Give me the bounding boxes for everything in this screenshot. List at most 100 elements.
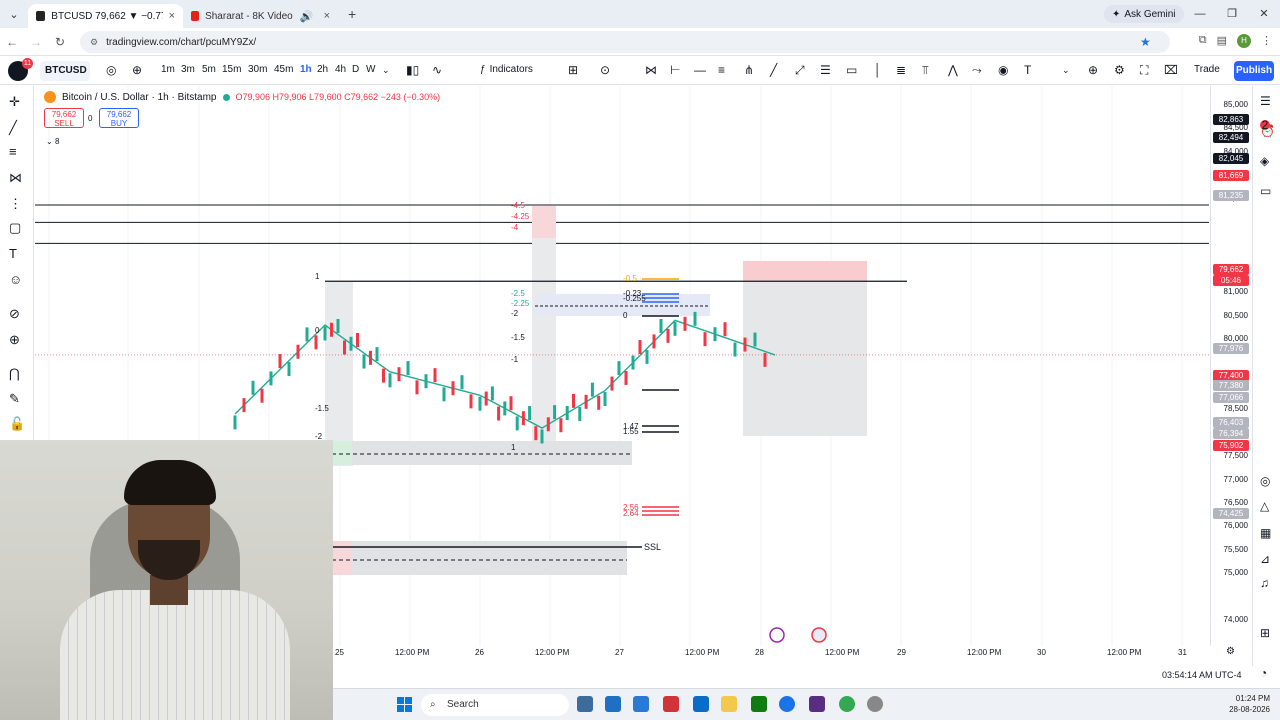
ruler-icon[interactable]: ⊘ bbox=[9, 306, 20, 322]
vertical-line-icon[interactable]: │ bbox=[874, 63, 882, 77]
notifications-bell-icon[interactable]: ♫ bbox=[1260, 576, 1269, 590]
trend-line-tool-icon[interactable]: ╱ bbox=[9, 120, 17, 136]
rectangle-tool-icon[interactable]: ▭ bbox=[846, 63, 857, 77]
fullscreen-icon[interactable]: ⛶ bbox=[1140, 63, 1148, 78]
chrome-profile-icon[interactable] bbox=[839, 696, 855, 712]
taskbar-clock[interactable]: 01:24 PM 28-08-2026 bbox=[1229, 693, 1270, 715]
timeframe-w[interactable]: W bbox=[366, 64, 375, 75]
chrome-icon[interactable] bbox=[779, 696, 795, 712]
calendar-icon[interactable]: ▦ bbox=[1260, 526, 1271, 540]
fib-tool-icon[interactable]: ≡ bbox=[9, 144, 17, 159]
outlook-icon[interactable] bbox=[605, 696, 621, 712]
profile-avatar[interactable]: H bbox=[1237, 34, 1251, 48]
timeframe-dropdown-icon[interactable]: ⌄ bbox=[382, 65, 390, 76]
indicators-button[interactable]: ƒ Indicators bbox=[480, 64, 533, 75]
timeframe-15m[interactable]: 15m bbox=[222, 64, 241, 75]
ideas-triangle-icon[interactable]: △ bbox=[1260, 499, 1269, 513]
sell-button[interactable]: 79,662 SELL bbox=[44, 108, 84, 128]
circle-icon[interactable]: ◉ bbox=[998, 63, 1008, 77]
shapes-icon[interactable]: ▢ bbox=[9, 220, 21, 236]
horizontal-line-icon[interactable]: — bbox=[694, 63, 706, 77]
line-style-icon[interactable]: ∿ bbox=[432, 63, 442, 77]
snapshot-camera-icon[interactable]: ⌧ bbox=[1164, 63, 1178, 77]
fib-channel-icon[interactable]: ☰ bbox=[820, 63, 831, 77]
crosshair-icon[interactable]: ✛ bbox=[9, 94, 20, 110]
timeframe-45m[interactable]: 45m bbox=[274, 64, 293, 75]
lock-icon[interactable]: 🔓 bbox=[9, 416, 25, 432]
timeframe-30m[interactable]: 30m bbox=[248, 64, 267, 75]
compare-symbol-icon[interactable]: ◎ bbox=[106, 63, 116, 77]
settings-app-icon[interactable] bbox=[867, 696, 883, 712]
bookmark-star-icon[interactable]: ★ bbox=[1140, 35, 1151, 49]
restore-icon[interactable]: ❐ bbox=[1216, 0, 1248, 28]
pattern-tool-icon[interactable]: ⋈ bbox=[645, 63, 657, 77]
tab-youtube[interactable]: Shararat - 8K Video | Dhura... 🔊 × bbox=[183, 4, 338, 28]
fib-retracement-icon[interactable]: ⋔ bbox=[744, 63, 754, 77]
text-icon[interactable]: T bbox=[9, 246, 17, 261]
help-grid-icon[interactable]: ⊞ bbox=[1260, 626, 1270, 640]
close-tab-icon[interactable]: × bbox=[324, 10, 330, 22]
trend-line-icon[interactable]: ╱ bbox=[770, 63, 777, 77]
chat-bubble-icon[interactable]: ◔ bbox=[1260, 666, 1267, 680]
timeframe-d[interactable]: D bbox=[352, 64, 359, 75]
url-field[interactable]: ⚙ tradingview.com/chart/pcuMY9Zx/ bbox=[80, 31, 1170, 53]
timeframe-5m[interactable]: 5m bbox=[202, 64, 216, 75]
close-window-icon[interactable]: ✕ bbox=[1248, 0, 1280, 28]
symbol-search-input[interactable]: BTCUSD bbox=[40, 61, 90, 81]
zoom-icon[interactable]: ⊕ bbox=[1088, 63, 1098, 77]
symbol-title[interactable]: Bitcoin / U.S. Dollar · 1h · Bitstamp bbox=[62, 92, 217, 103]
tab-tradingview[interactable]: BTCUSD 79,662 ▼ −0.77% Unn... × bbox=[28, 4, 183, 28]
new-tab-button[interactable]: + bbox=[338, 6, 366, 22]
emoji-icon[interactable]: ☺ bbox=[9, 272, 22, 287]
time-axis[interactable]: 25 12:00 PM 26 12:00 PM 27 12:00 PM 28 12:00 PM… bbox=[335, 646, 1252, 660]
close-tab-icon[interactable]: × bbox=[169, 10, 175, 22]
windows-start-icon[interactable] bbox=[397, 697, 412, 712]
site-info-icon[interactable]: ⚙ bbox=[90, 37, 98, 48]
indicators-collapse-toggle[interactable]: ⌄ 8 bbox=[46, 137, 59, 146]
layers-icon[interactable]: ◈ bbox=[1260, 154, 1269, 168]
ask-gemini-button[interactable]: ✦ Ask Gemini bbox=[1104, 5, 1184, 23]
file-explorer-icon[interactable] bbox=[721, 696, 737, 712]
timeframe-1m[interactable]: 1m bbox=[161, 64, 175, 75]
taskbar-search[interactable]: ⌕ Search bbox=[421, 694, 569, 716]
price-axis[interactable]: 85,00084,50084,00083,50083,00081,50081,0… bbox=[1210, 86, 1252, 646]
forward-icon[interactable]: → bbox=[24, 35, 48, 49]
ray-icon[interactable]: ⤢ bbox=[795, 63, 805, 78]
zoom-in-icon[interactable]: ⊕ bbox=[9, 332, 20, 348]
pitchfork-icon[interactable]: ⫪ bbox=[922, 63, 929, 78]
browser-menu-icon[interactable]: ⋮ bbox=[1261, 34, 1272, 48]
timeframe-4h[interactable]: 4h bbox=[335, 64, 346, 75]
broadcast-icon[interactable]: ⊿ bbox=[1260, 552, 1270, 566]
parallel-channel-icon[interactable]: ≡ bbox=[718, 63, 725, 77]
extensions-icon[interactable]: ⧉ bbox=[1199, 34, 1207, 48]
forecast-icon[interactable]: ⋮ bbox=[9, 196, 22, 212]
text-tool-icon[interactable]: T bbox=[1024, 63, 1031, 77]
alert-icon[interactable]: ⊙ bbox=[600, 63, 610, 77]
crosshair-line-icon[interactable]: ⊢ bbox=[670, 63, 680, 77]
fib-extension-icon[interactable]: ≣ bbox=[896, 63, 906, 77]
timeframe-2h[interactable]: 2h bbox=[317, 64, 328, 75]
store-icon[interactable] bbox=[633, 696, 649, 712]
mute-icon[interactable]: 🔊 bbox=[300, 10, 314, 23]
app-blue-icon[interactable] bbox=[693, 696, 709, 712]
more-tools-icon[interactable]: ⌄ bbox=[1062, 65, 1070, 76]
candle-style-icon[interactable]: ▮▯ bbox=[406, 63, 419, 77]
app-red-icon[interactable] bbox=[663, 696, 679, 712]
xbox-icon[interactable] bbox=[751, 696, 767, 712]
tab-list-chevron-icon[interactable]: ⌄ bbox=[0, 8, 28, 21]
time-axis-settings-icon[interactable]: ⚙ bbox=[1226, 646, 1235, 657]
buy-button[interactable]: 79,662 BUY bbox=[99, 108, 139, 128]
trade-button[interactable]: Trade bbox=[1194, 64, 1220, 75]
minimize-icon[interactable]: — bbox=[1184, 0, 1216, 28]
add-symbol-icon[interactable]: ⊕ bbox=[132, 63, 142, 77]
timeframe-3m[interactable]: 3m bbox=[181, 64, 195, 75]
magnet-icon[interactable]: ⋂ bbox=[9, 366, 20, 382]
app-purple-icon[interactable] bbox=[809, 696, 825, 712]
target-icon[interactable]: ◎ bbox=[1260, 474, 1270, 488]
path-icon[interactable]: ⋀ bbox=[948, 63, 958, 77]
pattern-xabcd-icon[interactable]: ⋈ bbox=[9, 170, 22, 186]
layouts-grid-icon[interactable]: ⊞ bbox=[568, 63, 578, 77]
lock-drawing-pencil-icon[interactable]: ✎ bbox=[9, 391, 20, 407]
status-clock[interactable]: 03:54:14 AM UTC-4 bbox=[1162, 670, 1242, 680]
task-view-icon[interactable] bbox=[577, 696, 593, 712]
